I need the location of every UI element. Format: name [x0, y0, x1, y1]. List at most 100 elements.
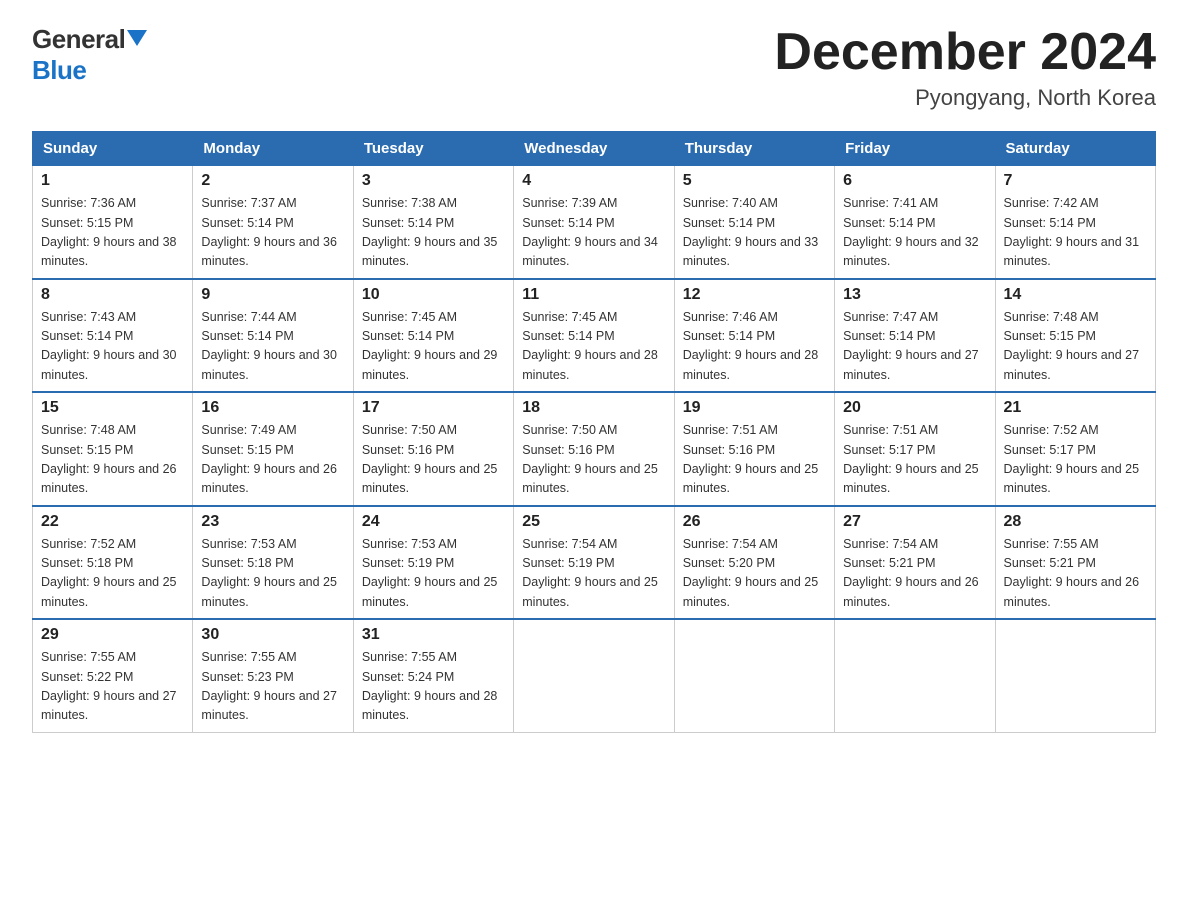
- day-number: 10: [362, 286, 505, 304]
- day-number: 14: [1004, 286, 1147, 304]
- day-info: Sunrise: 7:55 AMSunset: 5:21 PMDaylight:…: [1004, 535, 1147, 613]
- calendar-cell: 27 Sunrise: 7:54 AMSunset: 5:21 PMDaylig…: [835, 506, 995, 620]
- calendar-cell: [674, 619, 834, 732]
- calendar-cell: 25 Sunrise: 7:54 AMSunset: 5:19 PMDaylig…: [514, 506, 674, 620]
- calendar-cell: [835, 619, 995, 732]
- logo: General Blue: [32, 24, 147, 86]
- day-info: Sunrise: 7:50 AMSunset: 5:16 PMDaylight:…: [362, 421, 505, 499]
- day-info: Sunrise: 7:36 AMSunset: 5:15 PMDaylight:…: [41, 194, 184, 272]
- day-number: 12: [683, 286, 826, 304]
- calendar-cell: 24 Sunrise: 7:53 AMSunset: 5:19 PMDaylig…: [353, 506, 513, 620]
- day-number: 31: [362, 626, 505, 644]
- day-info: Sunrise: 7:43 AMSunset: 5:14 PMDaylight:…: [41, 308, 184, 386]
- day-info: Sunrise: 7:48 AMSunset: 5:15 PMDaylight:…: [41, 421, 184, 499]
- logo-blue-text: Blue: [32, 55, 86, 86]
- calendar-week-row: 8 Sunrise: 7:43 AMSunset: 5:14 PMDayligh…: [33, 279, 1156, 393]
- calendar-cell: 20 Sunrise: 7:51 AMSunset: 5:17 PMDaylig…: [835, 392, 995, 506]
- day-number: 25: [522, 513, 665, 531]
- day-info: Sunrise: 7:49 AMSunset: 5:15 PMDaylight:…: [201, 421, 344, 499]
- calendar-cell: 16 Sunrise: 7:49 AMSunset: 5:15 PMDaylig…: [193, 392, 353, 506]
- day-info: Sunrise: 7:55 AMSunset: 5:22 PMDaylight:…: [41, 648, 184, 726]
- day-number: 20: [843, 399, 986, 417]
- day-number: 1: [41, 172, 184, 190]
- calendar-cell: 13 Sunrise: 7:47 AMSunset: 5:14 PMDaylig…: [835, 279, 995, 393]
- calendar-cell: 29 Sunrise: 7:55 AMSunset: 5:22 PMDaylig…: [33, 619, 193, 732]
- calendar-cell: 8 Sunrise: 7:43 AMSunset: 5:14 PMDayligh…: [33, 279, 193, 393]
- calendar-week-row: 29 Sunrise: 7:55 AMSunset: 5:22 PMDaylig…: [33, 619, 1156, 732]
- day-number: 3: [362, 172, 505, 190]
- title-block: December 2024 Pyongyang, North Korea: [774, 24, 1156, 111]
- page-header: General Blue December 2024 Pyongyang, No…: [32, 24, 1156, 111]
- col-header-friday: Friday: [835, 132, 995, 166]
- col-header-wednesday: Wednesday: [514, 132, 674, 166]
- calendar-cell: 17 Sunrise: 7:50 AMSunset: 5:16 PMDaylig…: [353, 392, 513, 506]
- day-number: 8: [41, 286, 184, 304]
- day-number: 24: [362, 513, 505, 531]
- calendar-cell: [995, 619, 1155, 732]
- calendar-week-row: 15 Sunrise: 7:48 AMSunset: 5:15 PMDaylig…: [33, 392, 1156, 506]
- day-info: Sunrise: 7:51 AMSunset: 5:17 PMDaylight:…: [843, 421, 986, 499]
- day-info: Sunrise: 7:54 AMSunset: 5:21 PMDaylight:…: [843, 535, 986, 613]
- day-info: Sunrise: 7:51 AMSunset: 5:16 PMDaylight:…: [683, 421, 826, 499]
- calendar-cell: 5 Sunrise: 7:40 AMSunset: 5:14 PMDayligh…: [674, 166, 834, 279]
- calendar-cell: 1 Sunrise: 7:36 AMSunset: 5:15 PMDayligh…: [33, 166, 193, 279]
- calendar-cell: 26 Sunrise: 7:54 AMSunset: 5:20 PMDaylig…: [674, 506, 834, 620]
- day-number: 23: [201, 513, 344, 531]
- location: Pyongyang, North Korea: [774, 85, 1156, 111]
- day-info: Sunrise: 7:37 AMSunset: 5:14 PMDaylight:…: [201, 194, 344, 272]
- day-info: Sunrise: 7:52 AMSunset: 5:17 PMDaylight:…: [1004, 421, 1147, 499]
- day-info: Sunrise: 7:50 AMSunset: 5:16 PMDaylight:…: [522, 421, 665, 499]
- calendar-header-row: SundayMondayTuesdayWednesdayThursdayFrid…: [33, 132, 1156, 166]
- calendar-week-row: 22 Sunrise: 7:52 AMSunset: 5:18 PMDaylig…: [33, 506, 1156, 620]
- logo-triangle-icon: [127, 30, 147, 46]
- day-number: 28: [1004, 513, 1147, 531]
- day-info: Sunrise: 7:46 AMSunset: 5:14 PMDaylight:…: [683, 308, 826, 386]
- day-number: 21: [1004, 399, 1147, 417]
- day-info: Sunrise: 7:53 AMSunset: 5:19 PMDaylight:…: [362, 535, 505, 613]
- day-number: 15: [41, 399, 184, 417]
- calendar-cell: 3 Sunrise: 7:38 AMSunset: 5:14 PMDayligh…: [353, 166, 513, 279]
- calendar-cell: 12 Sunrise: 7:46 AMSunset: 5:14 PMDaylig…: [674, 279, 834, 393]
- calendar-cell: 23 Sunrise: 7:53 AMSunset: 5:18 PMDaylig…: [193, 506, 353, 620]
- calendar-week-row: 1 Sunrise: 7:36 AMSunset: 5:15 PMDayligh…: [33, 166, 1156, 279]
- day-info: Sunrise: 7:42 AMSunset: 5:14 PMDaylight:…: [1004, 194, 1147, 272]
- day-number: 27: [843, 513, 986, 531]
- col-header-saturday: Saturday: [995, 132, 1155, 166]
- calendar-cell: 14 Sunrise: 7:48 AMSunset: 5:15 PMDaylig…: [995, 279, 1155, 393]
- calendar-cell: 7 Sunrise: 7:42 AMSunset: 5:14 PMDayligh…: [995, 166, 1155, 279]
- calendar-cell: [514, 619, 674, 732]
- calendar-cell: 6 Sunrise: 7:41 AMSunset: 5:14 PMDayligh…: [835, 166, 995, 279]
- col-header-monday: Monday: [193, 132, 353, 166]
- day-number: 11: [522, 286, 665, 304]
- day-number: 29: [41, 626, 184, 644]
- day-number: 16: [201, 399, 344, 417]
- day-number: 4: [522, 172, 665, 190]
- calendar-cell: 18 Sunrise: 7:50 AMSunset: 5:16 PMDaylig…: [514, 392, 674, 506]
- day-info: Sunrise: 7:39 AMSunset: 5:14 PMDaylight:…: [522, 194, 665, 272]
- calendar-cell: 10 Sunrise: 7:45 AMSunset: 5:14 PMDaylig…: [353, 279, 513, 393]
- month-title: December 2024: [774, 24, 1156, 81]
- calendar-cell: 2 Sunrise: 7:37 AMSunset: 5:14 PMDayligh…: [193, 166, 353, 279]
- calendar-cell: 19 Sunrise: 7:51 AMSunset: 5:16 PMDaylig…: [674, 392, 834, 506]
- day-number: 5: [683, 172, 826, 190]
- day-info: Sunrise: 7:40 AMSunset: 5:14 PMDaylight:…: [683, 194, 826, 272]
- day-info: Sunrise: 7:45 AMSunset: 5:14 PMDaylight:…: [362, 308, 505, 386]
- calendar-cell: 31 Sunrise: 7:55 AMSunset: 5:24 PMDaylig…: [353, 619, 513, 732]
- day-number: 30: [201, 626, 344, 644]
- calendar-cell: 4 Sunrise: 7:39 AMSunset: 5:14 PMDayligh…: [514, 166, 674, 279]
- logo-general-text: General: [32, 24, 125, 55]
- day-number: 6: [843, 172, 986, 190]
- day-number: 9: [201, 286, 344, 304]
- calendar-cell: 30 Sunrise: 7:55 AMSunset: 5:23 PMDaylig…: [193, 619, 353, 732]
- calendar-cell: 15 Sunrise: 7:48 AMSunset: 5:15 PMDaylig…: [33, 392, 193, 506]
- day-info: Sunrise: 7:41 AMSunset: 5:14 PMDaylight:…: [843, 194, 986, 272]
- day-number: 17: [362, 399, 505, 417]
- day-info: Sunrise: 7:38 AMSunset: 5:14 PMDaylight:…: [362, 194, 505, 272]
- col-header-sunday: Sunday: [33, 132, 193, 166]
- day-info: Sunrise: 7:47 AMSunset: 5:14 PMDaylight:…: [843, 308, 986, 386]
- day-info: Sunrise: 7:55 AMSunset: 5:24 PMDaylight:…: [362, 648, 505, 726]
- col-header-thursday: Thursday: [674, 132, 834, 166]
- day-number: 22: [41, 513, 184, 531]
- col-header-tuesday: Tuesday: [353, 132, 513, 166]
- calendar-cell: 11 Sunrise: 7:45 AMSunset: 5:14 PMDaylig…: [514, 279, 674, 393]
